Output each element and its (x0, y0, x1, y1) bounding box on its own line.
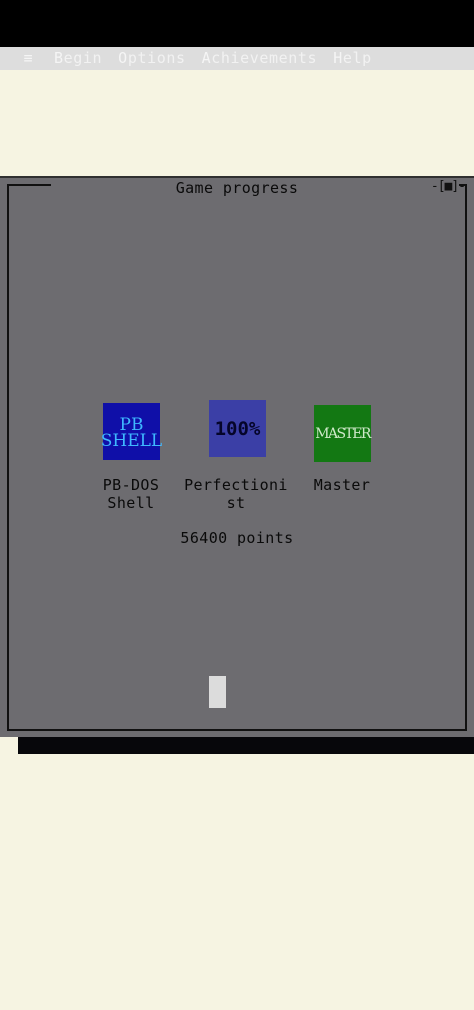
achievement-label-pb-dos-shell: PB-DOS Shell (102, 476, 160, 512)
game-progress-window: Game progress -[■]- PB SHELL PB-DOS Shel… (0, 176, 474, 737)
perfectionist-badge-icon: 100% (209, 400, 266, 457)
menu-bar: ≡ Begin Options Achievements Help (0, 47, 474, 70)
menu-begin[interactable]: Begin (54, 47, 102, 70)
score-text: 56400 points (180, 529, 294, 547)
achievement-label-perfectionist: Perfectioni st (184, 476, 288, 512)
top-black-bar (0, 0, 474, 47)
pb-dos-shell-badge-icon: PB SHELL (101, 403, 162, 460)
window-title: Game progress (175, 179, 299, 197)
hamburger-icon[interactable]: ≡ (18, 47, 38, 70)
window-maximize-button[interactable]: -[■]- (431, 179, 466, 194)
window-frame (7, 184, 467, 731)
ok-button[interactable] (209, 676, 226, 708)
menu-options[interactable]: Options (118, 47, 185, 70)
achievement-label-master: Master (313, 476, 371, 494)
window-shadow (18, 737, 474, 754)
master-badge-icon: MASTER (314, 405, 371, 462)
menu-help[interactable]: Help (333, 47, 372, 70)
menu-achievements[interactable]: Achievements (202, 47, 318, 70)
